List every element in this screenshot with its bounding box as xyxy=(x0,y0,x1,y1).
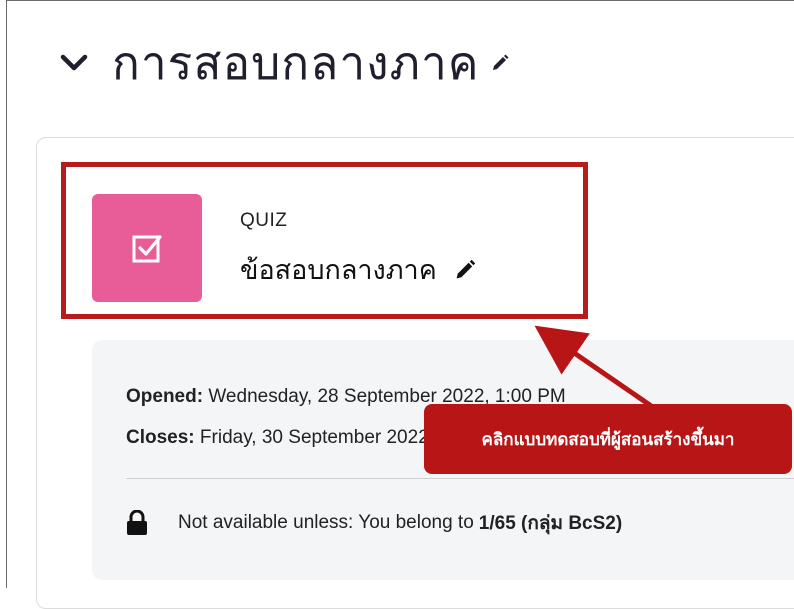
pencil-icon[interactable] xyxy=(453,258,477,282)
restriction-text: Not available unless: You belong to xyxy=(178,512,474,533)
closes-label: Closes: xyxy=(126,427,195,448)
access-restriction: Not available unless: You belong to 1/65… xyxy=(126,508,622,538)
pencil-icon[interactable] xyxy=(490,53,510,73)
restriction-group: 1/65 (กลุ่ม BcS2) xyxy=(478,513,623,534)
instruction-callout: คลิกแบบทดสอบที่ผู้สอนสร้างขึ้นมา xyxy=(424,404,792,474)
divider xyxy=(126,478,794,479)
quiz-checkbox-icon[interactable] xyxy=(92,194,202,302)
activity-type: QUIZ xyxy=(240,210,288,231)
section-header: การสอบกลางภาค xyxy=(58,28,510,98)
activity-name-link[interactable]: ข้อสอบกลางภาค xyxy=(240,248,437,291)
opened-label: Opened: xyxy=(126,386,204,407)
activity-text: QUIZ ข้อสอบกลางภาค xyxy=(240,210,477,291)
section-title: การสอบกลางภาค xyxy=(112,35,480,90)
quiz-activity[interactable]: QUIZ ข้อสอบกลางภาค xyxy=(92,194,477,302)
chevron-down-icon[interactable] xyxy=(58,45,94,81)
activity-name-row: ข้อสอบกลางภาค xyxy=(240,248,477,291)
lock-icon xyxy=(127,510,147,535)
